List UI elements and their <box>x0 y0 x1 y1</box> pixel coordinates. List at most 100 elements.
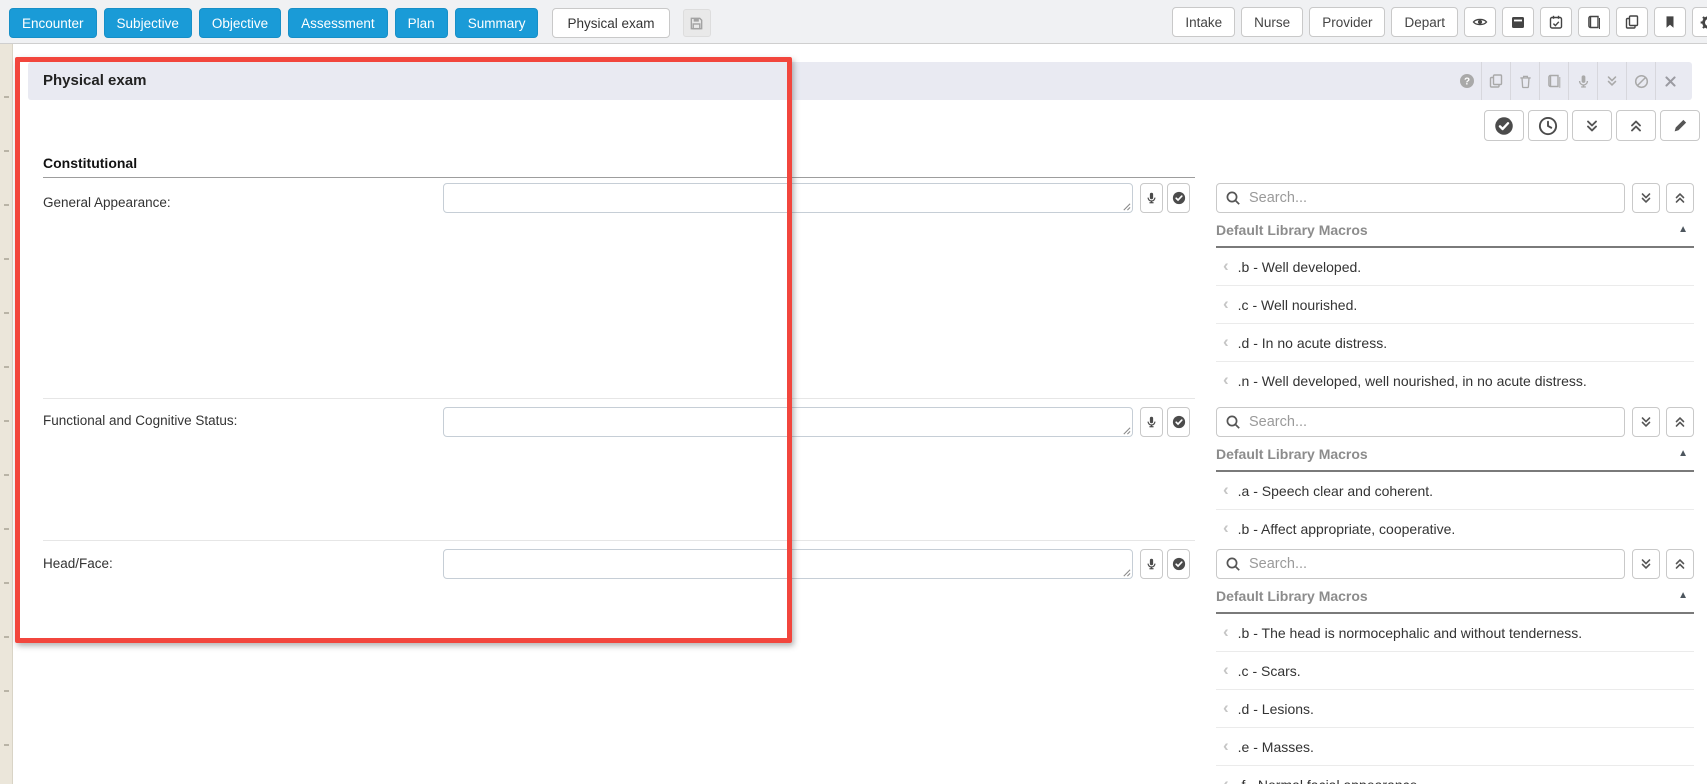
general-appearance-input[interactable] <box>443 183 1133 213</box>
expand-all-button[interactable] <box>1572 110 1612 141</box>
macro-item[interactable]: ‹ .c - Scars. <box>1216 651 1694 689</box>
macro-item[interactable]: ‹ .n - Well developed, well nourished, i… <box>1216 361 1694 399</box>
macro-search-input[interactable] <box>1216 183 1625 213</box>
page-title: Physical exam <box>43 72 147 89</box>
macro-panel-functional-cognitive: Default Library Macros ▲ ‹ .a - Speech c… <box>1202 407 1694 546</box>
macro-item-label: .f - Normal facial appearance. <box>1238 777 1422 784</box>
copy-note-button[interactable] <box>1482 62 1510 100</box>
expand-macros-button[interactable] <box>1632 549 1660 579</box>
preview-button[interactable] <box>1464 7 1496 37</box>
macro-item[interactable]: ‹ .b - Affect appropriate, cooperative. <box>1216 509 1694 547</box>
dictate-note-button[interactable] <box>1569 62 1597 100</box>
dictate-field-button[interactable] <box>1140 183 1163 213</box>
copy-chart-button[interactable] <box>1616 7 1648 37</box>
copy-icon <box>1624 14 1640 30</box>
macro-item[interactable]: ‹ .f - Normal facial appearance. <box>1216 765 1694 784</box>
top-toolbar: Encounter Subjective Objective Assessmen… <box>0 0 1707 44</box>
history-button[interactable] <box>1528 110 1568 141</box>
confirm-field-button[interactable] <box>1167 183 1190 213</box>
depart-button[interactable]: Depart <box>1391 7 1458 37</box>
nurse-button[interactable]: Nurse <box>1241 7 1304 37</box>
tab-physical-exam[interactable]: Physical exam <box>552 8 670 38</box>
double-chevron-up-icon <box>1673 557 1687 571</box>
note-library-button[interactable] <box>1540 62 1568 100</box>
nav-summary-button[interactable]: Summary <box>454 8 539 38</box>
dictate-field-button[interactable] <box>1140 549 1163 579</box>
archive-box-icon <box>1510 14 1526 30</box>
close-panel-button[interactable] <box>1656 62 1684 100</box>
dictate-field-button[interactable] <box>1140 407 1163 437</box>
head-face-input[interactable] <box>443 549 1133 579</box>
mark-complete-button[interactable] <box>1484 110 1524 141</box>
macro-search-row <box>1216 407 1694 437</box>
insert-macro-icon: ‹ <box>1223 479 1229 499</box>
collapse-all-button[interactable] <box>1616 110 1656 141</box>
collapse-group-icon[interactable]: ▲ <box>1678 448 1688 459</box>
macro-search-input[interactable] <box>1216 407 1625 437</box>
nav-subjective-button[interactable]: Subjective <box>103 8 192 38</box>
schedule-button[interactable] <box>1540 7 1572 37</box>
microphone-icon <box>1145 415 1158 429</box>
help-icon: ? <box>1459 73 1475 89</box>
collapse-macros-button[interactable] <box>1666 183 1694 213</box>
macro-search-row <box>1216 549 1694 579</box>
macro-item-label: .d - Lesions. <box>1237 700 1314 717</box>
disable-section-button[interactable] <box>1627 62 1655 100</box>
save-icon <box>689 16 704 31</box>
insert-macro-icon: ‹ <box>1223 369 1229 389</box>
library-button[interactable] <box>1578 7 1610 37</box>
confirm-field-button[interactable] <box>1167 549 1190 579</box>
settings-button[interactable] <box>1692 7 1707 37</box>
save-button[interactable] <box>682 9 711 37</box>
pencil-icon <box>1672 117 1689 134</box>
note-action-buttons <box>1484 110 1700 141</box>
collapse-panel-button[interactable] <box>1598 62 1626 100</box>
confirm-field-button[interactable] <box>1167 407 1190 437</box>
panel-header-toolbar: ? <box>1453 62 1684 100</box>
macro-group-title: Default Library Macros <box>1216 587 1368 604</box>
help-button[interactable]: ? <box>1453 62 1481 100</box>
double-chevron-up-icon <box>1628 118 1644 134</box>
collapse-group-icon[interactable]: ▲ <box>1678 224 1688 235</box>
field-label-general-appearance: General Appearance: <box>43 195 171 210</box>
macro-search-input[interactable] <box>1216 549 1625 579</box>
collapse-macros-button[interactable] <box>1666 549 1694 579</box>
bookmark-icon <box>1663 14 1677 30</box>
nav-plan-button[interactable]: Plan <box>394 8 448 38</box>
double-chevron-down-icon <box>1605 74 1619 88</box>
expand-macros-button[interactable] <box>1632 407 1660 437</box>
double-chevron-up-icon <box>1673 415 1687 429</box>
intake-button[interactable]: Intake <box>1172 7 1236 37</box>
delete-note-button[interactable] <box>1511 62 1539 100</box>
macro-item[interactable]: ‹ .b - The head is normocephalic and wit… <box>1216 614 1694 651</box>
section-heading-constitutional: Constitutional <box>43 155 138 171</box>
macro-item-label: .c - Well nourished. <box>1237 296 1358 313</box>
expand-macros-button[interactable] <box>1632 183 1660 213</box>
insert-macro-icon: ‹ <box>1223 659 1229 679</box>
trash-icon <box>1518 74 1533 89</box>
nav-assessment-button[interactable]: Assessment <box>288 8 388 38</box>
ban-icon <box>1634 74 1649 89</box>
collapse-macros-button[interactable] <box>1666 407 1694 437</box>
collapsed-sidebar-handle[interactable] <box>0 44 13 784</box>
macro-item-label: .e - Masses. <box>1237 738 1314 755</box>
ehr-screen: Encounter Subjective Objective Assessmen… <box>0 0 1707 784</box>
archive-button[interactable] <box>1502 7 1534 37</box>
macro-item[interactable]: ‹ .e - Masses. <box>1216 727 1694 765</box>
macro-item[interactable]: ‹ .b - Well developed. <box>1216 248 1694 285</box>
provider-button[interactable]: Provider <box>1309 7 1386 37</box>
sidebar-handle-ticks <box>4 44 9 784</box>
edit-button[interactable] <box>1660 110 1700 141</box>
bookmark-button[interactable] <box>1654 7 1686 37</box>
double-chevron-down-icon <box>1584 118 1600 134</box>
nav-objective-button[interactable]: Objective <box>198 8 282 38</box>
collapse-group-icon[interactable]: ▲ <box>1678 590 1688 601</box>
macro-item[interactable]: ‹ .a - Speech clear and coherent. <box>1216 472 1694 509</box>
nav-encounter-button[interactable]: Encounter <box>9 8 97 38</box>
macro-item[interactable]: ‹ .d - Lesions. <box>1216 689 1694 727</box>
macro-item[interactable]: ‹ .d - In no acute distress. <box>1216 323 1694 361</box>
double-chevron-down-icon <box>1639 415 1653 429</box>
functional-cognitive-input[interactable] <box>443 407 1133 437</box>
macro-item[interactable]: ‹ .c - Well nourished. <box>1216 285 1694 323</box>
general-appearance-field-wrap <box>443 183 1133 213</box>
